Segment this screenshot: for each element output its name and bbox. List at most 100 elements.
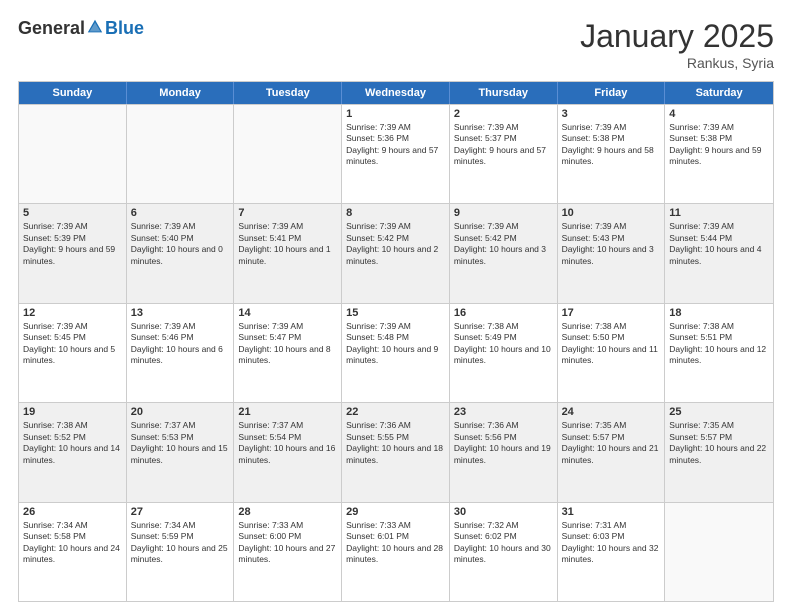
day-info: Sunrise: 7:38 AM Sunset: 5:49 PM Dayligh… <box>454 321 553 367</box>
logo-blue-text: Blue <box>105 18 144 39</box>
weekday-header-tuesday: Tuesday <box>234 82 342 104</box>
day-number: 25 <box>669 406 769 418</box>
day-info: Sunrise: 7:39 AM Sunset: 5:39 PM Dayligh… <box>23 221 122 267</box>
day-number: 7 <box>238 207 337 219</box>
day-number: 26 <box>23 506 122 518</box>
header: General Blue January 2025 Rankus, Syria <box>18 18 774 71</box>
month-title: January 2025 <box>580 18 774 55</box>
day-number: 12 <box>23 307 122 319</box>
day-cell-16: 16Sunrise: 7:38 AM Sunset: 5:49 PM Dayli… <box>450 304 558 402</box>
day-number: 15 <box>346 307 445 319</box>
day-info: Sunrise: 7:39 AM Sunset: 5:38 PM Dayligh… <box>669 122 769 168</box>
day-number: 6 <box>131 207 230 219</box>
day-number: 11 <box>669 207 769 219</box>
logo-general-text: General <box>18 18 85 39</box>
weekday-header-wednesday: Wednesday <box>342 82 450 104</box>
empty-cell-0-0 <box>19 105 127 203</box>
day-cell-3: 3 Sunrise: 7:39 AM Sunset: 5:38 PM Daylig… <box>558 105 666 203</box>
day-info: Sunrise: 7:33 AM Sunset: 6:00 PM Dayligh… <box>238 520 337 566</box>
day-cell-6: 6 Sunrise: 7:39 AM Sunset: 5:40 PM Daylig… <box>127 204 235 302</box>
empty-cell-0-2 <box>234 105 342 203</box>
day-cell-11: 11Sunrise: 7:39 AM Sunset: 5:44 PM Dayli… <box>665 204 773 302</box>
day-number: 5 <box>23 207 122 219</box>
day-number: 3 <box>562 108 661 120</box>
day-info: Sunrise: 7:34 AM Sunset: 5:59 PM Dayligh… <box>131 520 230 566</box>
weekday-header-monday: Monday <box>127 82 235 104</box>
day-cell-23: 23Sunrise: 7:36 AM Sunset: 5:56 PM Dayli… <box>450 403 558 501</box>
day-cell-31: 31 Sunrise: 7:31 AM Sunset: 6:03 PM Dayli… <box>558 503 666 601</box>
day-cell-24: 24 Sunrise: 7:35 AM Sunset: 5:57 PM Dayli… <box>558 403 666 501</box>
day-cell-26: 26Sunrise: 7:34 AM Sunset: 5:58 PM Dayli… <box>19 503 127 601</box>
day-cell-18: 18 Sunrise: 7:38 AM Sunset: 5:51 PM Dayli… <box>665 304 773 402</box>
day-cell-2: 2Sunrise: 7:39 AM Sunset: 5:37 PM Daylig… <box>450 105 558 203</box>
day-cell-20: 20Sunrise: 7:37 AM Sunset: 5:53 PM Dayli… <box>127 403 235 501</box>
day-number: 19 <box>23 406 122 418</box>
day-info: Sunrise: 7:33 AM Sunset: 6:01 PM Dayligh… <box>346 520 445 566</box>
calendar-header: SundayMondayTuesdayWednesdayThursdayFrid… <box>19 82 773 104</box>
day-info: Sunrise: 7:38 AM Sunset: 5:50 PM Dayligh… <box>562 321 661 367</box>
day-info: Sunrise: 7:38 AM Sunset: 5:52 PM Dayligh… <box>23 420 122 466</box>
day-number: 24 <box>562 406 661 418</box>
logo: General Blue <box>18 18 144 39</box>
day-info: Sunrise: 7:37 AM Sunset: 5:53 PM Dayligh… <box>131 420 230 466</box>
day-info: Sunrise: 7:39 AM Sunset: 5:37 PM Dayligh… <box>454 122 553 168</box>
day-number: 10 <box>562 207 661 219</box>
empty-cell-4-6 <box>665 503 773 601</box>
day-info: Sunrise: 7:36 AM Sunset: 5:55 PM Dayligh… <box>346 420 445 466</box>
day-info: Sunrise: 7:39 AM Sunset: 5:48 PM Dayligh… <box>346 321 445 367</box>
day-info: Sunrise: 7:39 AM Sunset: 5:40 PM Dayligh… <box>131 221 230 267</box>
day-number: 23 <box>454 406 553 418</box>
day-info: Sunrise: 7:32 AM Sunset: 6:02 PM Dayligh… <box>454 520 553 566</box>
calendar-row-3: 19 Sunrise: 7:38 AM Sunset: 5:52 PM Dayli… <box>19 402 773 501</box>
day-cell-25: 25 Sunrise: 7:35 AM Sunset: 5:57 PM Dayli… <box>665 403 773 501</box>
day-cell-28: 28 Sunrise: 7:33 AM Sunset: 6:00 PM Dayli… <box>234 503 342 601</box>
day-cell-10: 10 Sunrise: 7:39 AM Sunset: 5:43 PM Dayli… <box>558 204 666 302</box>
title-block: January 2025 Rankus, Syria <box>580 18 774 71</box>
day-cell-22: 22 Sunrise: 7:36 AM Sunset: 5:55 PM Dayli… <box>342 403 450 501</box>
day-cell-30: 30Sunrise: 7:32 AM Sunset: 6:02 PM Dayli… <box>450 503 558 601</box>
day-number: 31 <box>562 506 661 518</box>
day-info: Sunrise: 7:35 AM Sunset: 5:57 PM Dayligh… <box>562 420 661 466</box>
day-number: 22 <box>346 406 445 418</box>
day-cell-13: 13 Sunrise: 7:39 AM Sunset: 5:46 PM Dayli… <box>127 304 235 402</box>
day-info: Sunrise: 7:39 AM Sunset: 5:41 PM Dayligh… <box>238 221 337 267</box>
day-info: Sunrise: 7:39 AM Sunset: 5:47 PM Dayligh… <box>238 321 337 367</box>
day-info: Sunrise: 7:39 AM Sunset: 5:43 PM Dayligh… <box>562 221 661 267</box>
empty-cell-0-1 <box>127 105 235 203</box>
day-cell-15: 15 Sunrise: 7:39 AM Sunset: 5:48 PM Dayli… <box>342 304 450 402</box>
day-info: Sunrise: 7:39 AM Sunset: 5:38 PM Dayligh… <box>562 122 661 168</box>
day-number: 17 <box>562 307 661 319</box>
calendar-page: General Blue January 2025 Rankus, Syria … <box>0 0 792 612</box>
day-cell-17: 17 Sunrise: 7:38 AM Sunset: 5:50 PM Dayli… <box>558 304 666 402</box>
day-info: Sunrise: 7:38 AM Sunset: 5:51 PM Dayligh… <box>669 321 769 367</box>
day-number: 18 <box>669 307 769 319</box>
day-number: 29 <box>346 506 445 518</box>
calendar-row-2: 12 Sunrise: 7:39 AM Sunset: 5:45 PM Dayli… <box>19 303 773 402</box>
day-number: 8 <box>346 207 445 219</box>
day-info: Sunrise: 7:39 AM Sunset: 5:45 PM Dayligh… <box>23 321 122 367</box>
day-info: Sunrise: 7:31 AM Sunset: 6:03 PM Dayligh… <box>562 520 661 566</box>
day-info: Sunrise: 7:35 AM Sunset: 5:57 PM Dayligh… <box>669 420 769 466</box>
day-info: Sunrise: 7:39 AM Sunset: 5:36 PM Dayligh… <box>346 122 445 168</box>
weekday-header-sunday: Sunday <box>19 82 127 104</box>
day-cell-12: 12 Sunrise: 7:39 AM Sunset: 5:45 PM Dayli… <box>19 304 127 402</box>
calendar-row-4: 26Sunrise: 7:34 AM Sunset: 5:58 PM Dayli… <box>19 502 773 601</box>
day-cell-19: 19 Sunrise: 7:38 AM Sunset: 5:52 PM Dayli… <box>19 403 127 501</box>
day-info: Sunrise: 7:39 AM Sunset: 5:46 PM Dayligh… <box>131 321 230 367</box>
day-number: 21 <box>238 406 337 418</box>
day-number: 13 <box>131 307 230 319</box>
day-cell-1: 1Sunrise: 7:39 AM Sunset: 5:36 PM Daylig… <box>342 105 450 203</box>
weekday-header-saturday: Saturday <box>665 82 773 104</box>
day-number: 9 <box>454 207 553 219</box>
day-number: 28 <box>238 506 337 518</box>
day-info: Sunrise: 7:39 AM Sunset: 5:42 PM Dayligh… <box>454 221 553 267</box>
day-info: Sunrise: 7:39 AM Sunset: 5:42 PM Dayligh… <box>346 221 445 267</box>
weekday-header-friday: Friday <box>558 82 666 104</box>
day-cell-4: 4Sunrise: 7:39 AM Sunset: 5:38 PM Daylig… <box>665 105 773 203</box>
calendar-row-0: 1Sunrise: 7:39 AM Sunset: 5:36 PM Daylig… <box>19 104 773 203</box>
day-cell-14: 14 Sunrise: 7:39 AM Sunset: 5:47 PM Dayli… <box>234 304 342 402</box>
day-cell-8: 8 Sunrise: 7:39 AM Sunset: 5:42 PM Daylig… <box>342 204 450 302</box>
day-cell-9: 9 Sunrise: 7:39 AM Sunset: 5:42 PM Daylig… <box>450 204 558 302</box>
day-number: 14 <box>238 307 337 319</box>
day-number: 27 <box>131 506 230 518</box>
